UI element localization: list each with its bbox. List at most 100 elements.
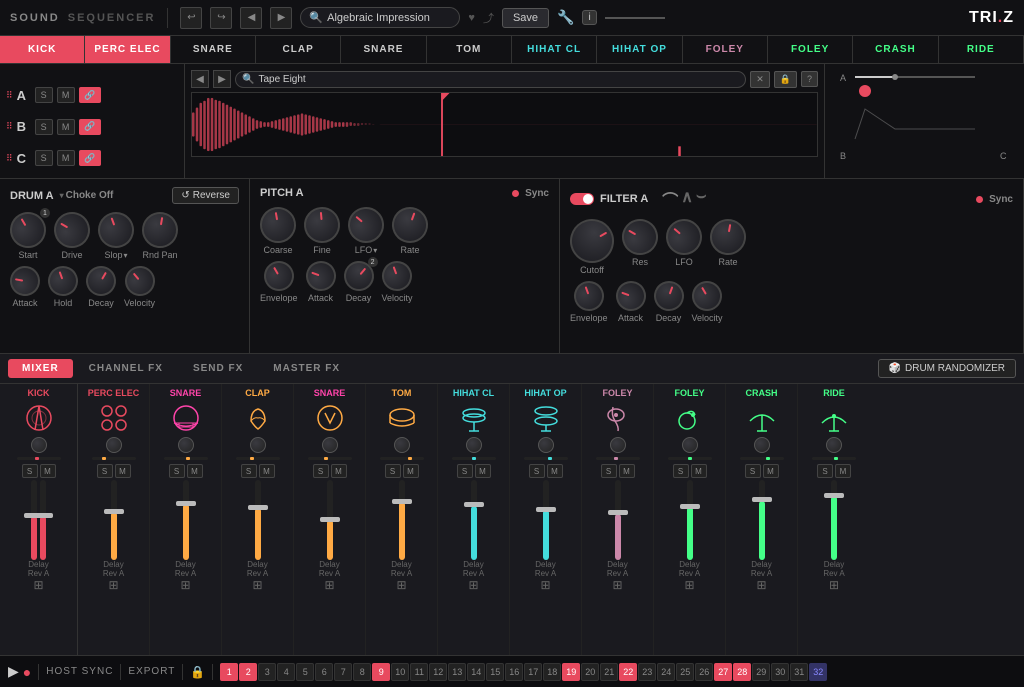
sample-clear[interactable]: ✕ <box>750 71 770 88</box>
crash-piano[interactable]: ⊞ <box>756 578 766 592</box>
crash-pan-knob[interactable] <box>754 437 770 453</box>
foley1-pan-knob[interactable] <box>610 437 626 453</box>
hihat-cl-piano[interactable]: ⊞ <box>468 578 478 592</box>
pitch-sync-label[interactable]: Sync <box>525 188 549 199</box>
perc-pan-knob[interactable] <box>106 437 122 453</box>
step-10[interactable]: 10 <box>391 663 409 681</box>
hihat-cl-mute[interactable]: M <box>475 464 491 478</box>
tab-kick[interactable]: KICK <box>0 36 85 63</box>
tab-ride[interactable]: RIDE <box>939 36 1024 63</box>
rnd-pan-knob[interactable] <box>139 209 181 251</box>
track-b-solo[interactable]: S <box>35 119 53 135</box>
hihat-op-fader[interactable] <box>543 480 549 560</box>
step-4[interactable]: 4 <box>277 663 295 681</box>
attack-knob[interactable] <box>8 264 43 299</box>
crash-fader[interactable] <box>759 480 765 560</box>
clap-mute[interactable]: M <box>259 464 275 478</box>
step-20[interactable]: 20 <box>581 663 599 681</box>
step-25[interactable]: 25 <box>676 663 694 681</box>
filter-hp-icon[interactable]: ⌣ <box>696 187 707 211</box>
res-knob[interactable] <box>615 212 664 261</box>
hihat-cl-solo[interactable]: S <box>457 464 473 478</box>
info-icon[interactable]: i <box>582 10 596 25</box>
ride-pan-knob[interactable] <box>826 437 842 453</box>
hihat-op-pan-knob[interactable] <box>538 437 554 453</box>
wf-prev[interactable]: ◀ <box>191 70 209 88</box>
filter-lp-icon[interactable]: ⌒ <box>662 187 678 211</box>
hihat-op-mute[interactable]: M <box>547 464 563 478</box>
drive-knob[interactable] <box>47 205 96 254</box>
step-12[interactable]: 12 <box>429 663 447 681</box>
clap-solo[interactable]: S <box>241 464 257 478</box>
snare1-mute[interactable]: M <box>187 464 203 478</box>
step-5[interactable]: 5 <box>296 663 314 681</box>
kick-pan-knob[interactable] <box>31 437 47 453</box>
snare1-solo[interactable]: S <box>169 464 185 478</box>
tab-master-fx[interactable]: MASTER FX <box>259 359 354 378</box>
play-button[interactable]: ▶ <box>8 663 19 680</box>
track-c-link[interactable]: 🔗 <box>79 150 101 166</box>
foley1-solo[interactable]: S <box>601 464 617 478</box>
pitch-velocity-knob[interactable] <box>378 257 416 295</box>
record-button[interactable]: ● <box>23 664 31 680</box>
track-c-mute[interactable]: M <box>57 150 75 166</box>
hold-knob[interactable] <box>44 262 82 300</box>
hihat-op-piano[interactable]: ⊞ <box>540 578 550 592</box>
slop-knob[interactable] <box>93 207 139 253</box>
pitch-env-knob[interactable] <box>258 256 299 297</box>
ride-solo[interactable]: S <box>817 464 833 478</box>
tab-tom[interactable]: TOM <box>427 36 512 63</box>
filter-sync-label[interactable]: Sync <box>989 194 1013 205</box>
track-a-solo[interactable]: S <box>35 87 53 103</box>
hihat-op-solo[interactable]: S <box>529 464 545 478</box>
tab-clap[interactable]: CLAP <box>256 36 341 63</box>
filter-lfo-knob[interactable] <box>659 212 710 263</box>
drum-randomizer-button[interactable]: 🎲 DRUM RANDOMIZER <box>878 359 1016 378</box>
step-32[interactable]: 32 <box>809 663 827 681</box>
wf-next[interactable]: ▶ <box>213 70 231 88</box>
filter-bp-icon[interactable]: ∧ <box>681 187 693 211</box>
kick-mute[interactable]: M <box>40 464 56 478</box>
step-27[interactable]: 27 <box>714 663 732 681</box>
foley2-solo[interactable]: S <box>673 464 689 478</box>
step-17[interactable]: 17 <box>524 663 542 681</box>
tom-solo[interactable]: S <box>385 464 401 478</box>
step-23[interactable]: 23 <box>638 663 656 681</box>
ride-piano[interactable]: ⊞ <box>829 578 839 592</box>
track-a-link[interactable]: 🔗 <box>79 87 101 103</box>
tab-foley-1[interactable]: FOLEY <box>683 36 768 63</box>
step-7[interactable]: 7 <box>334 663 352 681</box>
clap-fader[interactable] <box>255 480 261 560</box>
snare2-solo[interactable]: S <box>313 464 329 478</box>
kick-solo[interactable]: S <box>22 464 38 478</box>
filter-rate-knob[interactable] <box>707 216 749 258</box>
clap-pan-knob[interactable] <box>250 437 266 453</box>
step-18[interactable]: 18 <box>543 663 561 681</box>
sample-help[interactable]: ? <box>801 71 818 87</box>
filter-env-knob[interactable] <box>570 277 608 315</box>
perc-fader[interactable] <box>111 480 117 560</box>
reverse-button[interactable]: ↺ Reverse <box>172 187 239 204</box>
clap-piano[interactable]: ⊞ <box>252 578 262 592</box>
filter-toggle[interactable] <box>570 193 594 205</box>
choke-selector[interactable]: ▾ Choke Off <box>60 190 114 201</box>
coarse-knob[interactable] <box>257 204 299 246</box>
track-c-solo[interactable]: S <box>35 150 53 166</box>
hihat-cl-fader[interactable] <box>471 480 477 560</box>
track-b-link[interactable]: 🔗 <box>79 119 101 135</box>
fine-knob[interactable] <box>302 205 341 244</box>
waveform-display[interactable] <box>191 92 818 157</box>
foley2-pan-knob[interactable] <box>682 437 698 453</box>
undo-button[interactable]: ↩ <box>180 7 202 29</box>
decay-drum-knob[interactable] <box>81 261 122 302</box>
step-24[interactable]: 24 <box>657 663 675 681</box>
export-button[interactable]: EXPORT <box>128 666 175 677</box>
heart-icon[interactable]: ♥ <box>468 12 475 24</box>
share-icon[interactable]: ⤴ <box>483 10 494 26</box>
snare2-pan-knob[interactable] <box>322 437 338 453</box>
tom-pan-knob[interactable] <box>394 437 410 453</box>
kick-piano-icon[interactable]: ⊞ <box>33 578 43 592</box>
step-6[interactable]: 6 <box>315 663 333 681</box>
settings-icon[interactable]: 🔧 <box>557 9 574 26</box>
ride-fader[interactable] <box>831 480 837 560</box>
